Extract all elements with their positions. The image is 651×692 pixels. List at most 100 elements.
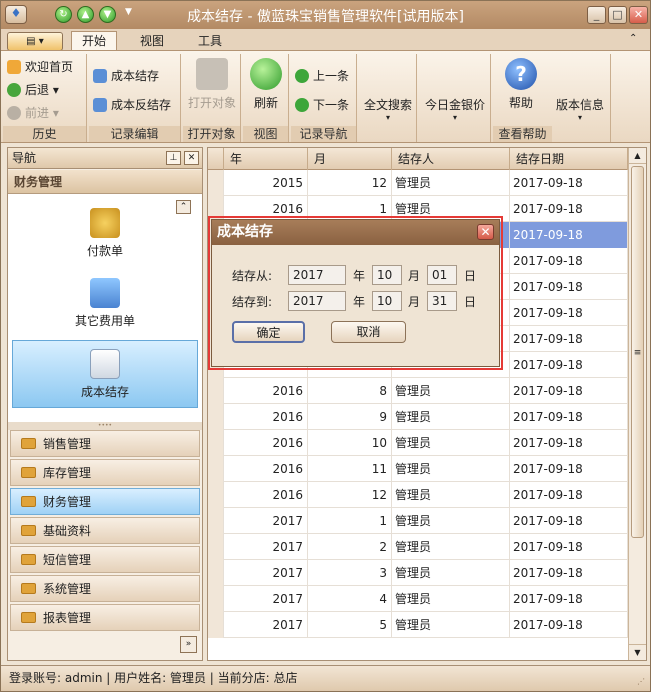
from-day-input[interactable]: 01 — [427, 265, 457, 285]
table-cell[interactable]: 2016 — [224, 404, 308, 430]
tab-start[interactable]: 开始 — [71, 31, 118, 52]
dialog-close-icon[interactable]: ✕ — [477, 224, 494, 240]
open-object-button[interactable]: 打开对象 — [187, 58, 237, 111]
next-record-button[interactable]: 下一条 — [295, 95, 349, 115]
splitter-grip[interactable]: •••• — [8, 422, 202, 430]
table-cell[interactable]: 2017-09-18 — [510, 404, 628, 430]
table-cell[interactable]: 2017-09-18 — [510, 456, 628, 482]
table-cell[interactable]: 2017 — [224, 508, 308, 534]
help-button[interactable]: ? 帮助 — [499, 58, 543, 111]
table-cell[interactable]: 2017-09-18 — [510, 430, 628, 456]
table-cell[interactable]: 2017-09-18 — [510, 274, 628, 300]
category-inventory[interactable]: 库存管理 — [10, 459, 200, 486]
table-cell[interactable]: 管理员 — [392, 534, 510, 560]
table-row[interactable]: 2016 11 管理员 2017-09-18 — [208, 456, 628, 482]
table-cell[interactable]: 2016 — [224, 430, 308, 456]
table-cell[interactable]: 2017-09-18 — [510, 222, 628, 248]
nav-item-cost-close[interactable]: 成本结存 — [12, 340, 198, 408]
row-indicator[interactable] — [208, 430, 224, 456]
scroll-down-icon[interactable]: ▼ — [629, 644, 646, 660]
row-indicator[interactable] — [208, 404, 224, 430]
table-cell[interactable]: 管理员 — [392, 170, 510, 196]
table-cell[interactable]: 2017 — [224, 612, 308, 638]
resize-grip-icon[interactable]: ⋰ — [637, 677, 645, 686]
ribbon-collapse-icon[interactable]: ⌃ — [629, 33, 637, 44]
row-indicator[interactable] — [208, 170, 224, 196]
table-row[interactable]: 2017 2 管理员 2017-09-18 — [208, 534, 628, 560]
table-cell[interactable]: 10 — [308, 430, 392, 456]
table-cell[interactable]: 管理员 — [392, 612, 510, 638]
table-cell[interactable]: 3 — [308, 560, 392, 586]
table-cell[interactable]: 管理员 — [392, 560, 510, 586]
from-month-input[interactable]: 10 — [372, 265, 402, 285]
table-cell[interactable]: 2017-09-18 — [510, 612, 628, 638]
cancel-button[interactable]: 取消 — [331, 321, 406, 343]
nav-expand-icon[interactable]: » — [180, 636, 197, 653]
category-system[interactable]: 系统管理 — [10, 575, 200, 602]
category-sales[interactable]: 销售管理 — [10, 430, 200, 457]
table-row[interactable]: 2015 12 管理员 2017-09-18 — [208, 170, 628, 196]
home-button[interactable]: 欢迎首页 — [7, 57, 73, 77]
nav-close-icon[interactable]: ✕ — [184, 151, 199, 165]
table-cell[interactable]: 管理员 — [392, 456, 510, 482]
table-cell[interactable]: 管理员 — [392, 586, 510, 612]
category-finance[interactable]: 财务管理 — [10, 488, 200, 515]
full-text-search-button[interactable]: 全文搜索 ▾ — [361, 96, 415, 122]
ok-button[interactable]: 确定 — [232, 321, 305, 343]
table-cell[interactable]: 2017-09-18 — [510, 170, 628, 196]
cost-close-button[interactable]: 成本结存 — [93, 66, 159, 86]
to-year-input[interactable]: 2017 — [288, 291, 346, 311]
table-cell[interactable]: 2017-09-18 — [510, 248, 628, 274]
table-cell[interactable]: 2017-09-18 — [510, 300, 628, 326]
header-close-date[interactable]: 结存日期 — [510, 148, 628, 170]
ribbon-menu-button[interactable]: ▤ ▾ — [7, 32, 63, 51]
table-cell[interactable]: 4 — [308, 586, 392, 612]
nav-item-payment[interactable]: 付款单 — [12, 200, 198, 268]
table-cell[interactable]: 2017 — [224, 586, 308, 612]
table-cell[interactable]: 管理员 — [392, 508, 510, 534]
table-cell[interactable]: 管理员 — [392, 430, 510, 456]
table-cell[interactable]: 2017 — [224, 560, 308, 586]
table-cell[interactable]: 2017-09-18 — [510, 196, 628, 222]
scroll-thumb[interactable]: ≡ — [631, 166, 644, 538]
category-basic-data[interactable]: 基础资料 — [10, 517, 200, 544]
table-row[interactable]: 2016 10 管理员 2017-09-18 — [208, 430, 628, 456]
pin-icon[interactable]: ⊥ — [166, 151, 181, 165]
table-cell[interactable]: 2015 — [224, 170, 308, 196]
table-cell[interactable]: 8 — [308, 378, 392, 404]
table-cell[interactable]: 2016 — [224, 456, 308, 482]
back-button[interactable]: 后退 ▾ — [7, 80, 59, 100]
table-cell[interactable]: 2016 — [224, 378, 308, 404]
refresh-button[interactable]: 刷新 — [247, 58, 285, 111]
table-cell[interactable]: 2017-09-18 — [510, 378, 628, 404]
row-indicator[interactable] — [208, 456, 224, 482]
row-indicator[interactable] — [208, 378, 224, 404]
table-cell[interactable]: 5 — [308, 612, 392, 638]
category-reports[interactable]: 报表管理 — [10, 604, 200, 631]
row-indicator[interactable] — [208, 586, 224, 612]
table-cell[interactable]: 2017-09-18 — [510, 560, 628, 586]
nav-item-other-expense[interactable]: 其它费用单 — [12, 270, 198, 338]
table-cell[interactable]: 12 — [308, 482, 392, 508]
table-cell[interactable]: 9 — [308, 404, 392, 430]
to-day-input[interactable]: 31 — [427, 291, 457, 311]
header-closer[interactable]: 结存人 — [392, 148, 510, 170]
table-cell[interactable]: 2 — [308, 534, 392, 560]
row-indicator[interactable] — [208, 508, 224, 534]
scroll-up-icon[interactable]: ▲ — [629, 148, 646, 164]
cost-reverse-button[interactable]: 成本反结存 — [93, 95, 171, 115]
table-row[interactable]: 2017 5 管理员 2017-09-18 — [208, 612, 628, 638]
header-year[interactable]: 年 — [224, 148, 308, 170]
row-indicator[interactable] — [208, 612, 224, 638]
table-cell[interactable]: 2017-09-18 — [510, 482, 628, 508]
minimize-button[interactable]: _ — [587, 6, 606, 24]
table-cell[interactable]: 2017-09-18 — [510, 586, 628, 612]
tab-view[interactable]: 视图 — [129, 31, 175, 52]
table-cell[interactable]: 11 — [308, 456, 392, 482]
table-row[interactable]: 2017 4 管理员 2017-09-18 — [208, 586, 628, 612]
close-button[interactable]: ✕ — [629, 6, 648, 24]
forward-button[interactable]: 前进 ▾ — [7, 103, 59, 123]
table-cell[interactable]: 2017-09-18 — [510, 508, 628, 534]
table-cell[interactable]: 2017-09-18 — [510, 326, 628, 352]
table-row[interactable]: 2016 8 管理员 2017-09-18 — [208, 378, 628, 404]
